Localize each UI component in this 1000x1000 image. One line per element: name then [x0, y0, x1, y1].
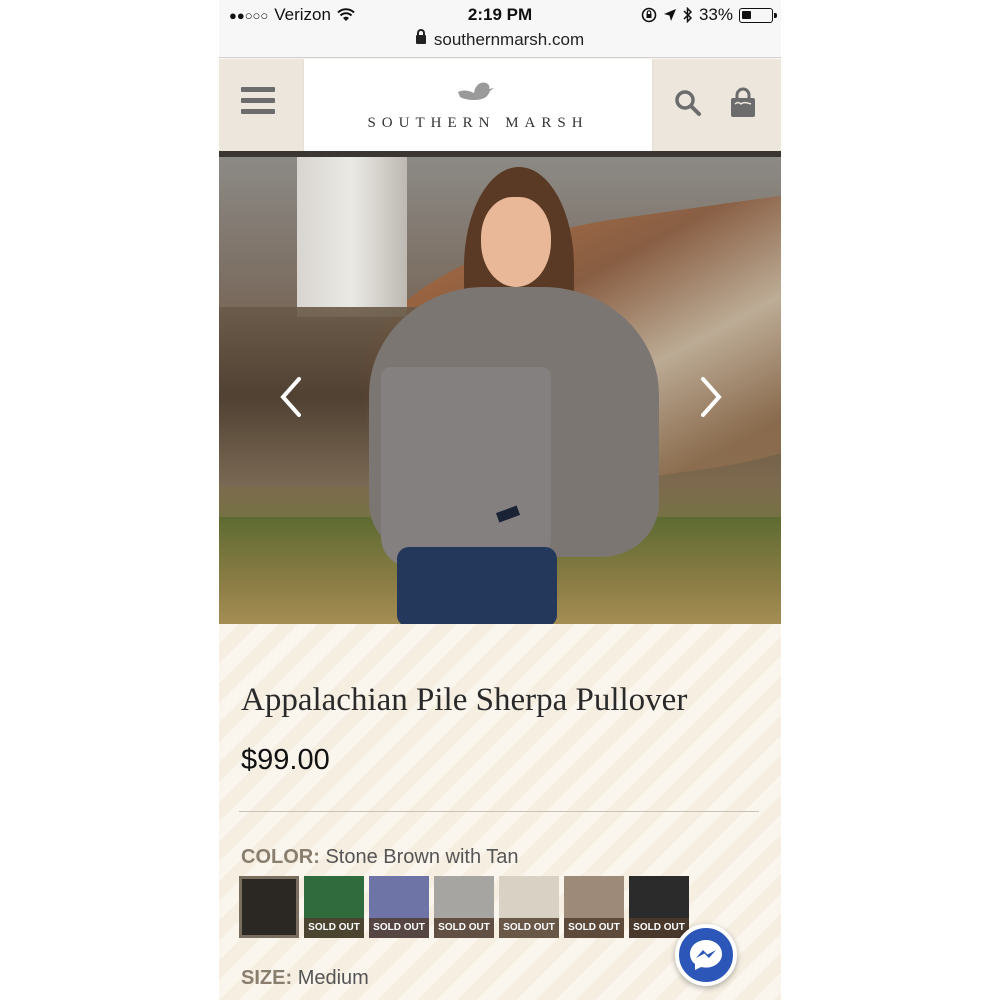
battery-percent: 33% — [698, 5, 733, 24]
product-title: Appalachian Pile Sherpa Pullover — [241, 682, 688, 718]
search-icon — [675, 90, 701, 116]
menu-button[interactable] — [241, 87, 275, 117]
orientation-lock-icon — [641, 7, 657, 23]
shopping-bag-icon — [731, 87, 755, 117]
size-label: SIZE: — [241, 967, 293, 989]
color-swatch[interactable]: SOLD OUT — [434, 876, 494, 938]
next-image-button[interactable] — [695, 375, 725, 424]
battery-icon — [739, 7, 777, 23]
product-image-carousel[interactable] — [219, 157, 781, 624]
cart-button[interactable] — [729, 87, 757, 124]
url-bar[interactable]: southernmarsh.com — [219, 29, 781, 58]
logo-link[interactable]: SOUTHERN MARSH — [304, 59, 652, 151]
color-swatch[interactable]: SOLD OUT — [564, 876, 624, 938]
color-value: Stone Brown with Tan — [325, 846, 519, 868]
color-swatch[interactable]: SOLD OUT — [499, 876, 559, 938]
model-jeans — [397, 547, 557, 624]
previous-image-button[interactable] — [277, 375, 307, 424]
lock-icon — [415, 29, 426, 44]
model-sweater-body — [381, 367, 551, 567]
phone-screen: ●●○○○ Verizon 2:19 PM 33% southernmarsh.… — [219, 0, 781, 1000]
product-price: $99.00 — [241, 744, 330, 776]
site-header: SOUTHERN MARSH — [219, 59, 781, 151]
menu-icon-bar — [241, 109, 275, 114]
size-selection: SIZE: Medium — [241, 967, 369, 990]
bluetooth-icon — [683, 7, 693, 23]
size-value: Medium — [297, 967, 369, 989]
location-arrow-icon — [663, 9, 676, 21]
color-swatch[interactable] — [239, 876, 299, 938]
menu-icon-bar — [241, 87, 275, 92]
sold-out-badge: SOLD OUT — [304, 918, 364, 938]
status-right: 33% — [641, 5, 777, 25]
chevron-right-icon — [701, 377, 722, 417]
background-pillar — [297, 157, 407, 317]
battery-fill — [742, 10, 751, 19]
duck-logo-icon — [458, 82, 494, 100]
model-face — [481, 197, 551, 287]
search-button[interactable] — [674, 89, 702, 122]
divider — [239, 811, 759, 812]
color-swatches: SOLD OUT SOLD OUT SOLD OUT SOLD OUT SOLD OUT… — [239, 876, 689, 938]
color-label: COLOR: — [241, 846, 320, 868]
messenger-chat-button[interactable] — [675, 924, 737, 986]
color-selection: COLOR: Stone Brown with Tan — [241, 846, 519, 869]
product-details: Appalachian Pile Sherpa Pullover $99.00 … — [219, 624, 781, 1000]
url-text: southernmarsh.com — [433, 30, 585, 49]
messenger-icon — [690, 940, 722, 970]
sold-out-badge: SOLD OUT — [369, 918, 429, 938]
chevron-left-icon — [280, 377, 301, 417]
sold-out-badge: SOLD OUT — [434, 918, 494, 938]
status-bar: ●●○○○ Verizon 2:19 PM 33% — [219, 0, 781, 30]
color-swatch[interactable]: SOLD OUT — [369, 876, 429, 938]
color-swatch[interactable]: SOLD OUT — [304, 876, 364, 938]
menu-icon-bar — [241, 98, 275, 103]
brand-name: SOUTHERN MARSH — [367, 115, 589, 131]
sold-out-badge: SOLD OUT — [499, 918, 559, 938]
sold-out-badge: SOLD OUT — [564, 918, 624, 938]
